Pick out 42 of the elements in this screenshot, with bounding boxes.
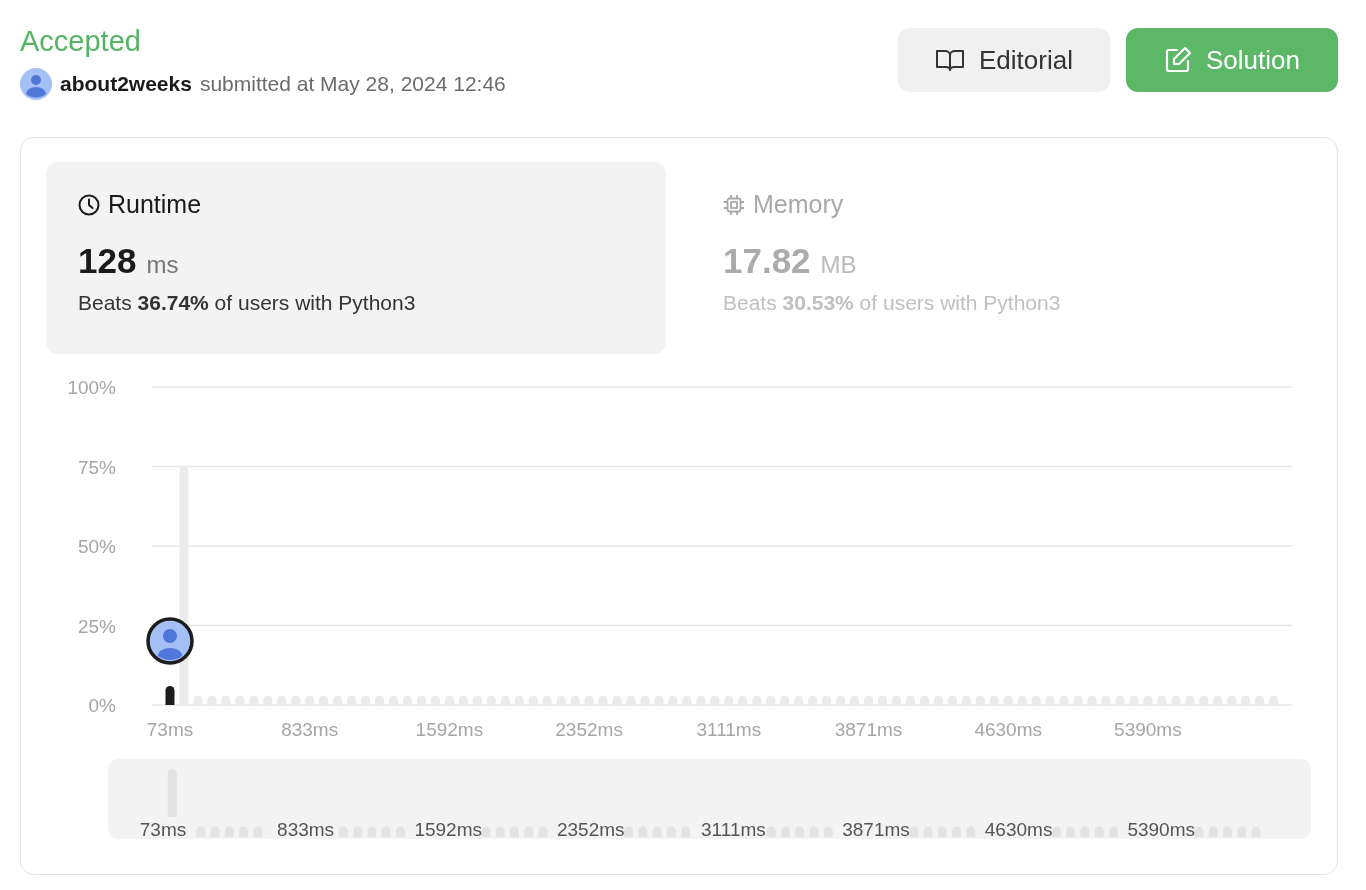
metric-unit: ms xyxy=(146,251,179,279)
x-axis-label: 4630ms xyxy=(974,719,1042,740)
histogram-bar xyxy=(165,685,175,705)
x-axis-label: 2352ms xyxy=(555,719,623,740)
overview-axis-label: 3871ms xyxy=(842,819,910,839)
x-axis-label: 3871ms xyxy=(834,719,903,740)
y-axis-label: 50% xyxy=(77,536,116,557)
metric-value: 17.82 xyxy=(723,241,811,281)
metric-unit: MB xyxy=(820,251,857,279)
clock-icon xyxy=(78,193,100,216)
x-axis-label: 73ms xyxy=(146,719,194,740)
beats-text: Beats 36.74% of users with Python3 xyxy=(78,291,417,315)
edit-icon xyxy=(1164,46,1192,74)
metric-value: 128 xyxy=(78,241,137,281)
y-axis-label: 0% xyxy=(88,695,116,716)
range-overview[interactable]: 73ms 833ms 1592ms 2352ms 3111ms 3871ms 4630ms 5390ms xyxy=(108,759,1311,839)
metric-tab[interactable]: Runtime 128 ms Beats 36.74% of users with Python3 xyxy=(46,162,666,354)
x-axis-label: 833ms xyxy=(281,719,339,740)
user-avatar-icon xyxy=(20,68,52,100)
x-axis-label: 3111ms xyxy=(696,719,762,740)
user-marker-icon xyxy=(146,617,194,665)
overview-axis-label: 1592ms xyxy=(414,819,482,839)
beats-text: Beats 30.53% of users with Python3 xyxy=(723,291,1062,315)
book-icon xyxy=(935,48,966,72)
chip-icon xyxy=(723,193,745,216)
overview-axis-label: 833ms xyxy=(277,819,335,839)
y-axis-label: 75% xyxy=(77,456,116,478)
submitted-time: submitted at May 28, 2024 12:46 xyxy=(199,72,506,96)
metric-label: Runtime xyxy=(108,190,202,219)
username[interactable]: about2weeks xyxy=(60,72,192,96)
editorial-button[interactable]: Editorial xyxy=(898,28,1110,92)
overview-axis-label: 4630ms xyxy=(984,819,1053,839)
y-axis-label: 100% xyxy=(67,377,116,398)
overview-axis-label: 3111ms xyxy=(701,819,766,839)
x-axis-label: 1592ms xyxy=(415,719,484,740)
x-axis-label: 5390ms xyxy=(1114,719,1182,740)
y-axis-label: 25% xyxy=(77,615,116,637)
status-title: Accepted xyxy=(20,24,142,59)
overview-axis-label: 2352ms xyxy=(557,819,625,839)
metric-label: Memory xyxy=(753,190,844,219)
overview-axis-label: 73ms xyxy=(139,819,187,839)
overview-axis-label: 5390ms xyxy=(1127,819,1195,839)
